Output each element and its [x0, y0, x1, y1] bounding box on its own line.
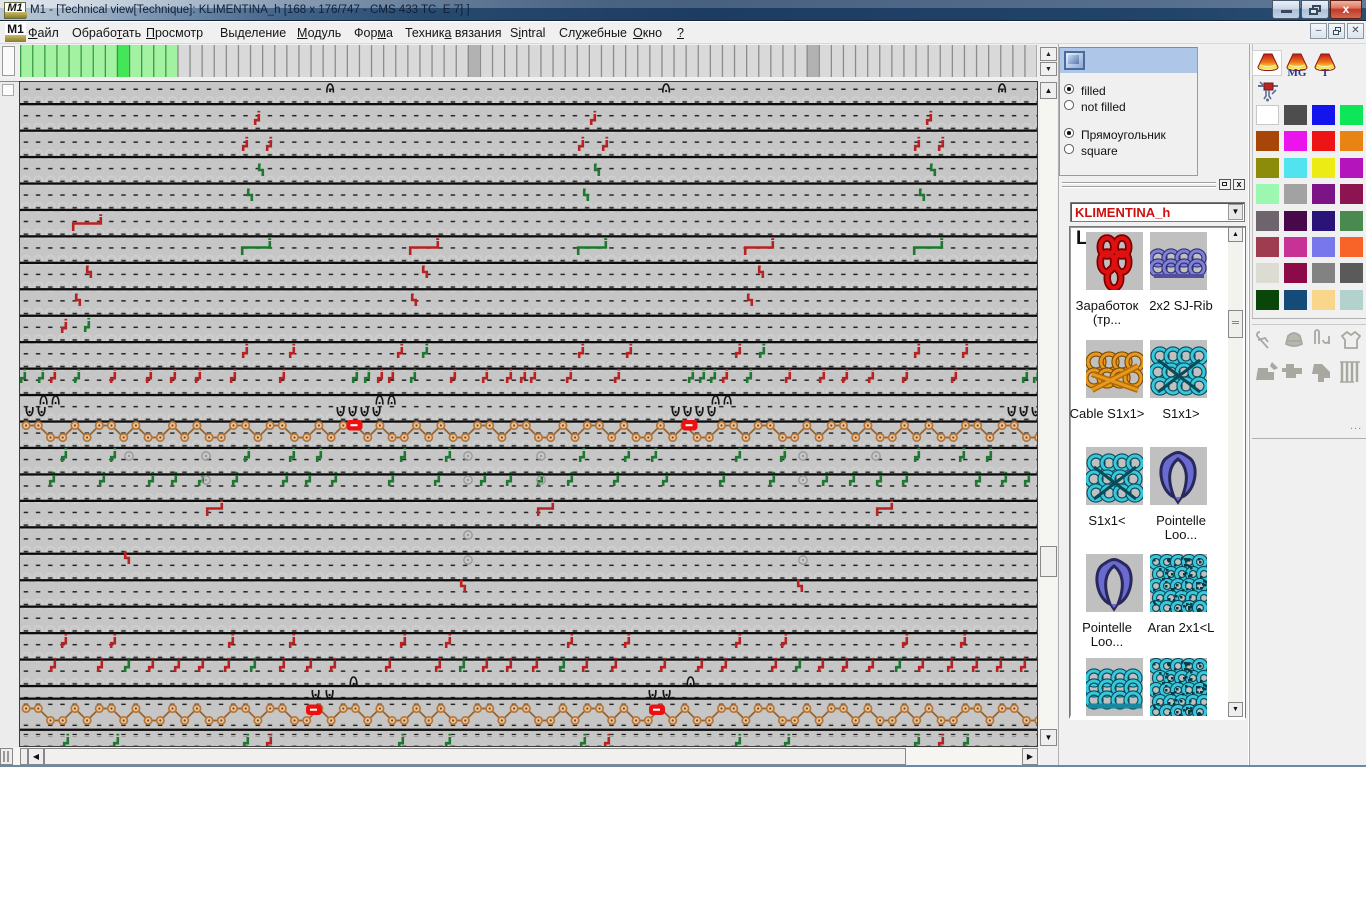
svg-text:MG: MG	[1288, 67, 1307, 77]
svg-text:T: T	[1321, 67, 1329, 77]
